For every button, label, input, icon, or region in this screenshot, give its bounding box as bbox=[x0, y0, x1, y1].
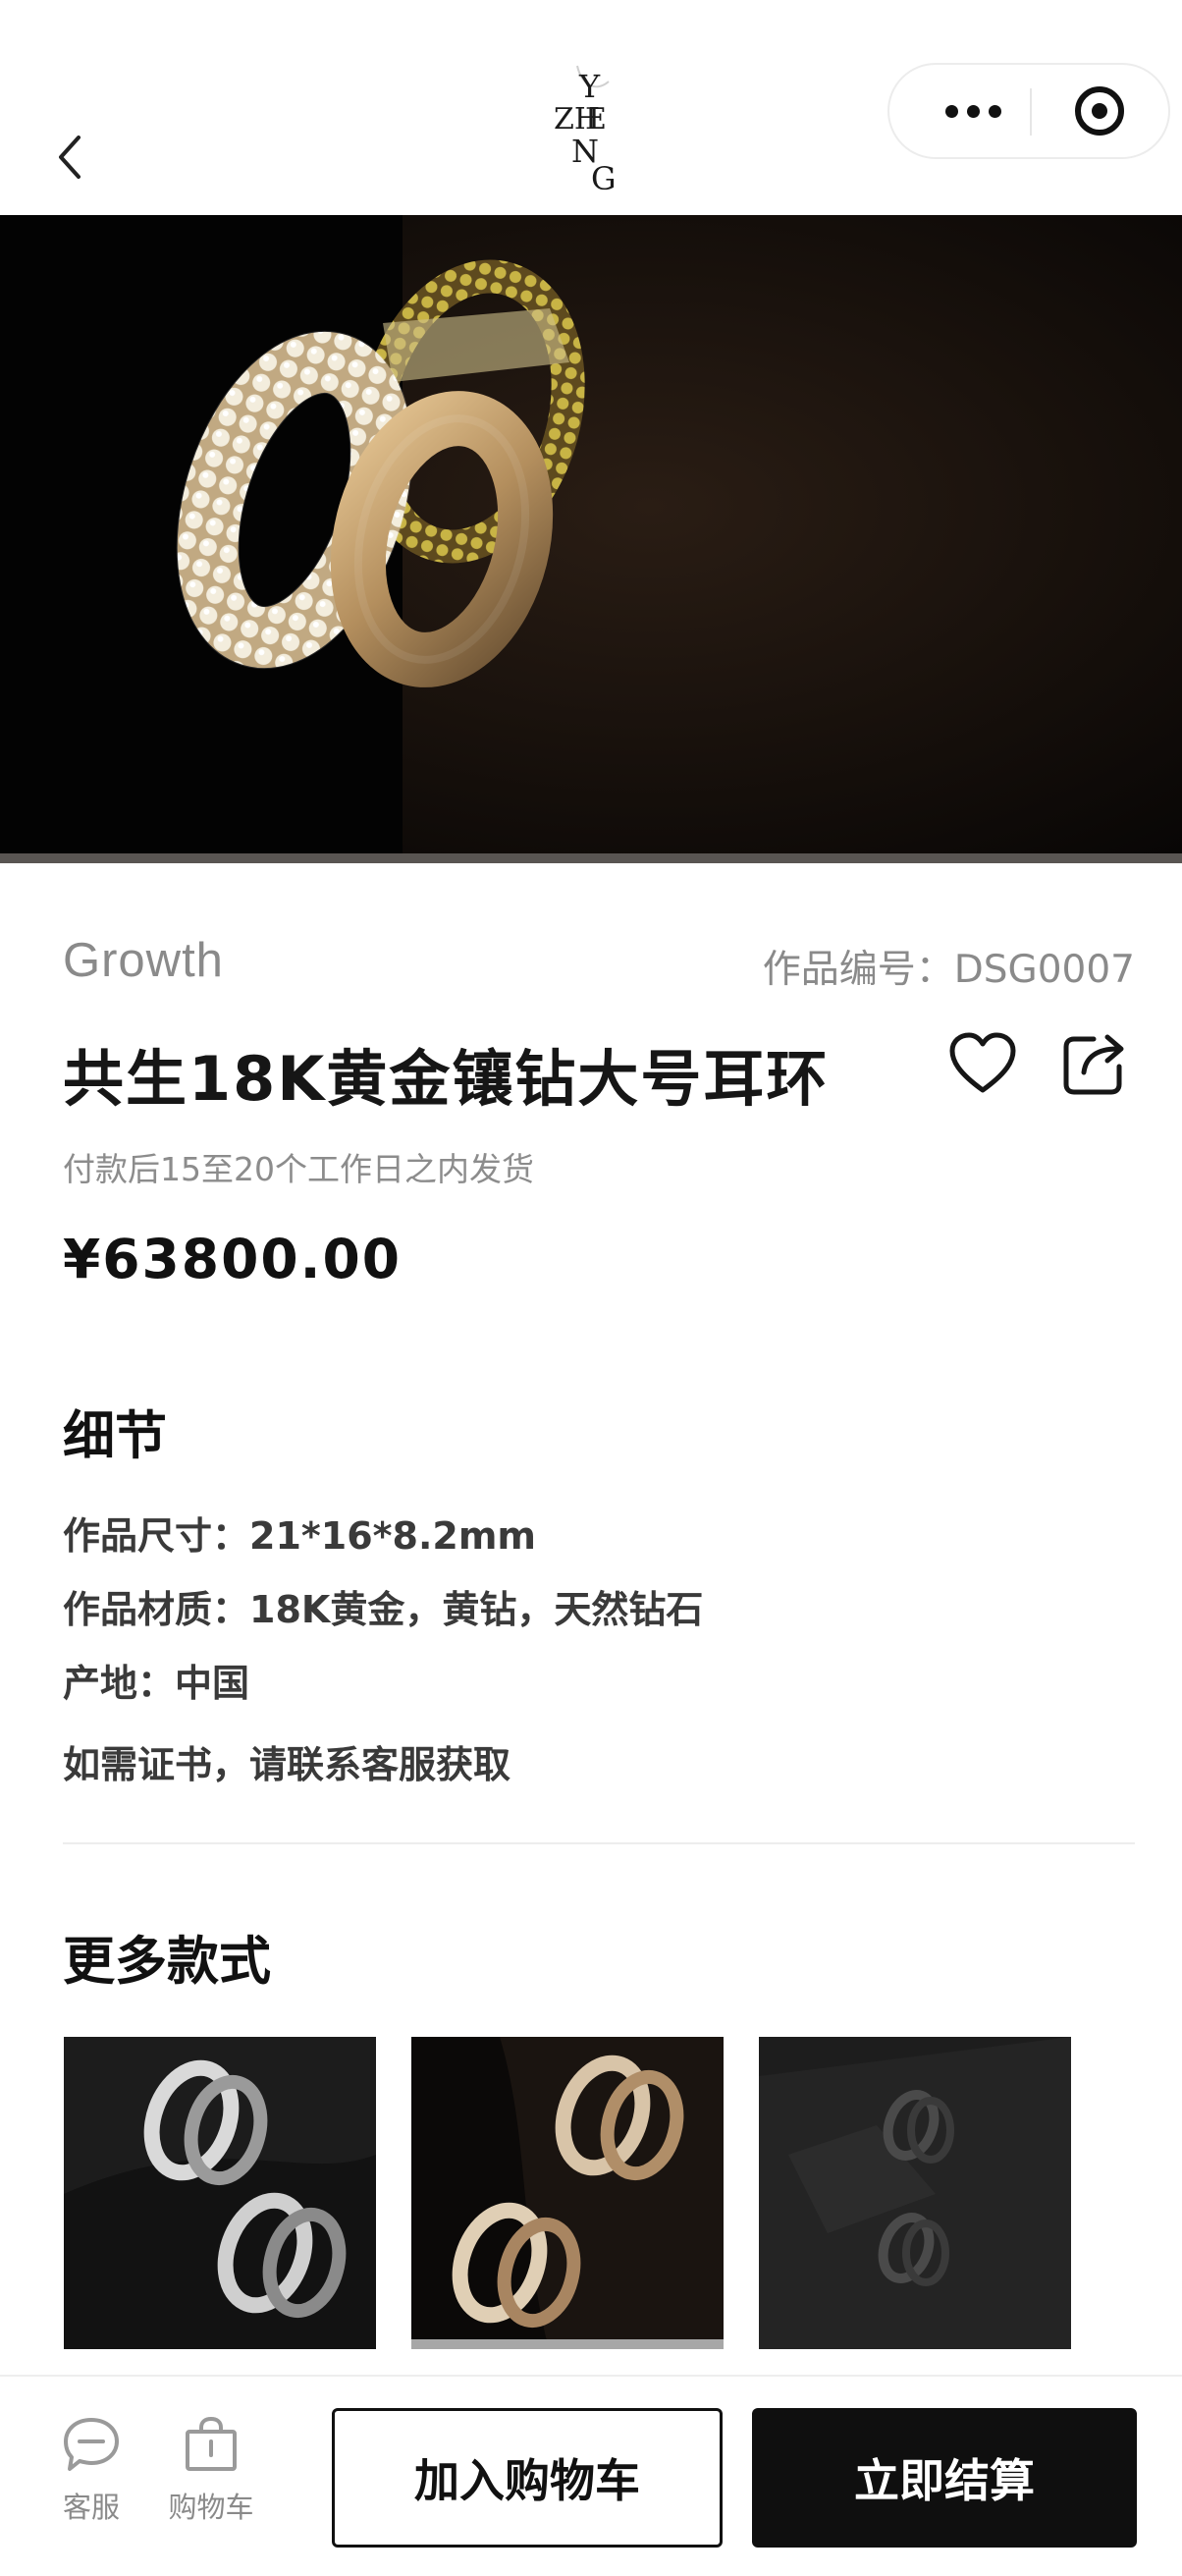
target-circle-icon[interactable] bbox=[1072, 83, 1127, 138]
chat-bubble-icon bbox=[64, 2418, 119, 2471]
share-icon bbox=[1063, 1034, 1124, 1095]
top-navigation-bar: Y ZH E N G bbox=[0, 0, 1182, 215]
add-to-cart-button[interactable]: 加入购物车 bbox=[332, 2408, 723, 2548]
svg-text:Y: Y bbox=[578, 68, 601, 105]
mini-program-capsule bbox=[887, 63, 1170, 159]
svg-text:E: E bbox=[585, 102, 607, 137]
cart-button[interactable]: 购物车 bbox=[162, 2416, 260, 2526]
more-dot bbox=[966, 104, 980, 118]
favorite-button[interactable] bbox=[948, 1031, 1017, 1100]
style-thumbnail-black[interactable] bbox=[759, 2037, 1071, 2349]
active-indicator bbox=[411, 2339, 724, 2349]
collection-name: Growth bbox=[63, 934, 224, 987]
product-price: ¥63800.00 bbox=[63, 1228, 403, 1290]
product-code: 作品编号：DSG0007 bbox=[762, 948, 1135, 992]
detail-size: 作品尺寸：21*16*8.2mm bbox=[63, 1514, 537, 1558]
shipping-note: 付款后15至20个工作日之内发货 bbox=[63, 1150, 534, 1188]
customer-service-button[interactable]: 客服 bbox=[42, 2416, 140, 2526]
detail-certificate: 如需证书，请联系客服获取 bbox=[63, 1743, 511, 1786]
style-thumbnail-rose-gold[interactable] bbox=[411, 2037, 724, 2349]
detail-origin: 产地：中国 bbox=[63, 1662, 250, 1705]
back-button[interactable] bbox=[47, 128, 96, 187]
cart-label: 购物车 bbox=[168, 2491, 254, 2524]
svg-text:G: G bbox=[591, 160, 617, 197]
share-button[interactable] bbox=[1060, 1029, 1129, 1098]
bottom-action-bar: 客服 购物车 加入购物车 立即结算 bbox=[0, 2375, 1182, 2576]
capsule-divider bbox=[1030, 88, 1032, 136]
product-hero-image bbox=[0, 215, 1182, 863]
detail-material: 作品材质：18K黄金，黄钻，天然钻石 bbox=[63, 1588, 704, 1631]
section-divider bbox=[63, 1842, 1135, 1844]
more-dots-icon bbox=[944, 104, 958, 118]
style-thumbnail-white-gold[interactable] bbox=[64, 2037, 376, 2349]
more-menu-button[interactable] bbox=[929, 65, 1017, 157]
checkout-button[interactable]: 立即结算 bbox=[752, 2408, 1137, 2548]
details-heading: 细节 bbox=[63, 1406, 167, 1466]
brand-logo: Y ZH E N G bbox=[554, 65, 617, 197]
customer-service-label: 客服 bbox=[62, 2491, 120, 2524]
more-styles-heading: 更多款式 bbox=[63, 1932, 271, 1992]
more-dot bbox=[988, 104, 1001, 118]
chevron-left-icon bbox=[59, 136, 81, 179]
shopping-bag-icon bbox=[186, 2416, 237, 2471]
heart-icon bbox=[949, 1032, 1016, 1093]
product-title: 共生18K黄金镶钻大号耳环 bbox=[63, 1043, 830, 1115]
